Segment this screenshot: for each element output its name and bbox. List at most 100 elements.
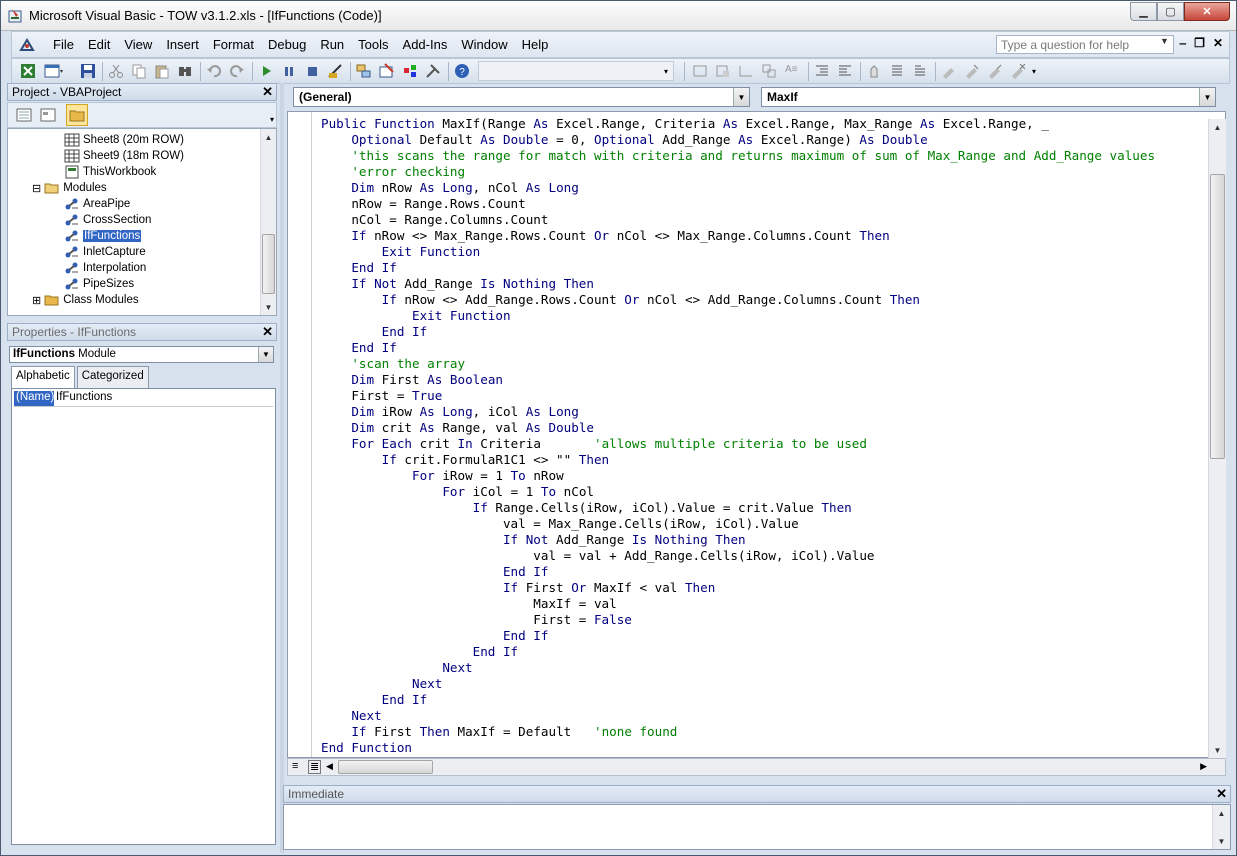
parameter-info-icon[interactable] bbox=[761, 63, 777, 79]
scroll-up-icon[interactable]: ▲ bbox=[1209, 119, 1226, 135]
help-icon[interactable]: ? bbox=[454, 63, 470, 79]
tree-item[interactable]: Sheet8 (20m ROW) bbox=[64, 132, 184, 148]
scroll-thumb[interactable] bbox=[262, 234, 275, 294]
project-toolbar-overflow-icon[interactable]: ▾ bbox=[270, 115, 274, 124]
toggle-bookmark-icon[interactable] bbox=[941, 63, 957, 79]
property-row[interactable]: (Name) IfFunctions bbox=[14, 391, 273, 407]
break-icon[interactable] bbox=[281, 63, 297, 79]
object-select[interactable]: (General) ▼ bbox=[293, 87, 750, 107]
chevron-down-icon[interactable]: ▼ bbox=[258, 347, 273, 362]
full-module-view-icon[interactable]: ≣ bbox=[308, 760, 322, 774]
code-line[interactable]: End If bbox=[321, 564, 1155, 580]
view-code-icon[interactable] bbox=[16, 107, 32, 123]
scroll-up-icon[interactable]: ▲ bbox=[261, 129, 276, 145]
cut-icon[interactable] bbox=[108, 63, 124, 79]
code-line[interactable]: End If bbox=[321, 644, 1155, 660]
tree-item[interactable]: Interpolation bbox=[64, 260, 146, 276]
menu-help[interactable]: Help bbox=[515, 37, 556, 52]
code-line[interactable]: First = False bbox=[321, 612, 1155, 628]
tab-categorized[interactable]: Categorized bbox=[76, 366, 149, 388]
procedure-select[interactable]: MaxIf ▼ bbox=[761, 87, 1216, 107]
code-line[interactable]: val = Max_Range.Cells(iRow, iCol).Value bbox=[321, 516, 1155, 532]
code-line[interactable]: Dim First As Boolean bbox=[321, 372, 1155, 388]
tree-item[interactable]: Sheet9 (18m ROW) bbox=[64, 148, 184, 164]
code-line[interactable]: Exit Function bbox=[321, 244, 1155, 260]
code-line[interactable]: Public Function MaxIf(Range As Excel.Ran… bbox=[321, 116, 1155, 132]
menu-view[interactable]: View bbox=[117, 37, 159, 52]
find-icon[interactable] bbox=[177, 63, 193, 79]
code-line[interactable]: Dim crit As Range, val As Double bbox=[321, 420, 1155, 436]
menu-edit[interactable]: Edit bbox=[81, 37, 117, 52]
chevron-down-icon[interactable]: ▼ bbox=[1199, 88, 1215, 106]
code-horizontal-scrollbar[interactable]: ≡ ≣ ◀ ▶ bbox=[287, 758, 1226, 776]
tree-item[interactable]: ⊞ Class Modules bbox=[32, 292, 139, 308]
project-tree-scrollbar[interactable]: ▲ ▼ bbox=[260, 129, 276, 315]
mdi-restore-button[interactable]: ❐ bbox=[1194, 36, 1205, 50]
code-vertical-scrollbar[interactable]: ▲ ▼ bbox=[1208, 119, 1226, 758]
clear-bookmarks-icon[interactable] bbox=[1010, 63, 1026, 79]
indent-icon[interactable] bbox=[814, 63, 830, 79]
code-line[interactable]: If nRow <> Add_Range.Rows.Count Or nCol … bbox=[321, 292, 1155, 308]
chevron-down-icon[interactable]: ▼ bbox=[733, 88, 749, 106]
code-line[interactable]: For iRow = 1 To nRow bbox=[321, 468, 1155, 484]
scroll-left-icon[interactable]: ◀ bbox=[326, 761, 333, 772]
code-line[interactable]: 'this scans the range for match with cri… bbox=[321, 148, 1155, 164]
design-mode-icon[interactable] bbox=[327, 63, 343, 79]
toolbar-overflow-icon[interactable]: ▾ bbox=[664, 67, 668, 76]
code-line[interactable]: End If bbox=[321, 340, 1155, 356]
run-icon[interactable] bbox=[258, 63, 274, 79]
scroll-down-icon[interactable]: ▼ bbox=[1209, 742, 1226, 758]
code-line[interactable]: End If bbox=[321, 260, 1155, 276]
code-line[interactable]: End Function bbox=[321, 740, 1155, 756]
code-line[interactable]: Next bbox=[321, 708, 1155, 724]
menu-run[interactable]: Run bbox=[313, 37, 351, 52]
tree-item[interactable]: ⊟ Modules bbox=[32, 180, 107, 196]
code-line[interactable]: End If bbox=[321, 628, 1155, 644]
code-line[interactable]: If First Or MaxIf < val Then bbox=[321, 580, 1155, 596]
code-line[interactable]: If First Then MaxIf = Default 'none foun… bbox=[321, 724, 1155, 740]
list-properties-icon[interactable] bbox=[692, 63, 708, 79]
pane-splitter[interactable] bbox=[280, 83, 284, 853]
outdent-icon[interactable] bbox=[837, 63, 853, 79]
project-explorer-icon[interactable] bbox=[356, 63, 372, 79]
properties-pane-close-button[interactable]: ✕ bbox=[262, 324, 273, 340]
minimize-button[interactable]: ▁ bbox=[1130, 2, 1157, 21]
code-line[interactable]: If crit.FormulaR1C1 <> "" Then bbox=[321, 452, 1155, 468]
menu-tools[interactable]: Tools bbox=[351, 37, 395, 52]
help-dropdown-icon[interactable]: ▼ bbox=[1160, 36, 1169, 46]
properties-window-icon[interactable] bbox=[379, 63, 395, 79]
reset-icon[interactable] bbox=[304, 63, 320, 79]
copy-icon[interactable] bbox=[131, 63, 147, 79]
code-line[interactable]: 'error checking bbox=[321, 164, 1155, 180]
undo-icon[interactable] bbox=[206, 63, 222, 79]
code-line[interactable]: Next bbox=[321, 676, 1155, 692]
menu-format[interactable]: Format bbox=[206, 37, 261, 52]
comment-block-icon[interactable] bbox=[889, 63, 905, 79]
code-margin-indicator-bar[interactable] bbox=[288, 112, 312, 757]
tree-item[interactable]: IfFunctions bbox=[64, 228, 143, 244]
view-object-icon[interactable] bbox=[40, 107, 56, 123]
vba-menu-icon[interactable] bbox=[18, 36, 36, 54]
excel-view-icon[interactable] bbox=[20, 63, 36, 79]
code-line[interactable]: nRow = Range.Rows.Count bbox=[321, 196, 1155, 212]
collapse-icon[interactable]: ⊟ bbox=[32, 182, 41, 195]
mdi-minimize-button[interactable]: ‒ bbox=[1179, 36, 1186, 50]
paste-icon[interactable] bbox=[154, 63, 170, 79]
code-line[interactable]: 'scan the array bbox=[321, 356, 1155, 372]
uncomment-block-icon[interactable] bbox=[912, 63, 928, 79]
code-line[interactable]: MaxIf = val bbox=[321, 596, 1155, 612]
scroll-down-icon[interactable]: ▼ bbox=[1213, 833, 1230, 849]
help-search-input[interactable]: Type a question for help bbox=[996, 35, 1174, 54]
code-line[interactable]: For Each crit In Criteria 'allows multip… bbox=[321, 436, 1155, 452]
toolbox-icon[interactable] bbox=[425, 63, 441, 79]
code-text[interactable]: Public Function MaxIf(Range As Excel.Ran… bbox=[321, 116, 1155, 756]
immediate-window[interactable]: ▲ ▼ bbox=[283, 804, 1231, 850]
code-line[interactable]: If nRow <> Max_Range.Rows.Count Or nCol … bbox=[321, 228, 1155, 244]
code-line[interactable]: For iCol = 1 To nCol bbox=[321, 484, 1155, 500]
menu-insert[interactable]: Insert bbox=[159, 37, 206, 52]
tree-item[interactable]: AreaPipe bbox=[64, 196, 130, 212]
tree-item[interactable]: ThisWorkbook bbox=[64, 164, 156, 180]
tree-item[interactable]: InletCapture bbox=[64, 244, 146, 260]
project-pane-close-button[interactable]: ✕ bbox=[262, 84, 273, 100]
next-bookmark-icon[interactable] bbox=[964, 63, 980, 79]
